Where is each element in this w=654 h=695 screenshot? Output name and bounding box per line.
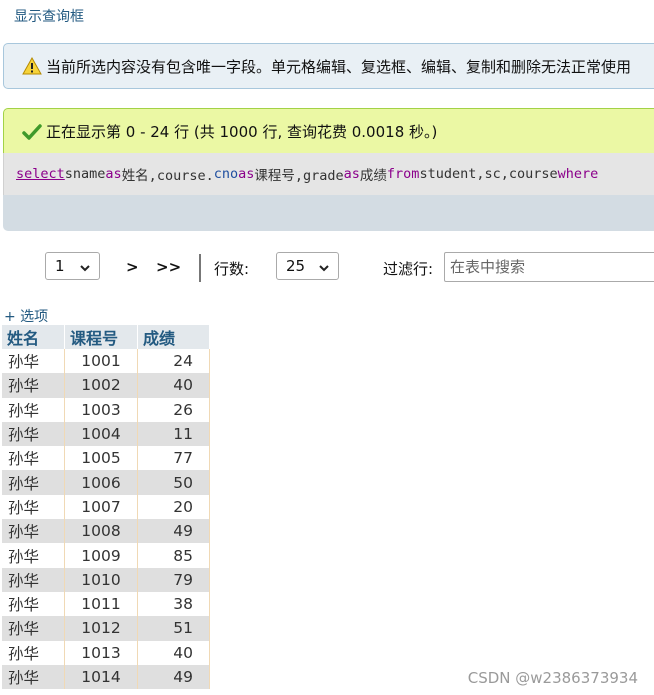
filter-search-input[interactable] [444,252,654,282]
cell-grade: 20 [137,494,210,520]
cell-course-no: 1006 [64,470,138,495]
chevron-down-icon [318,260,330,278]
cell-name: 孙华 [2,567,65,592]
cell-name: 孙华 [2,421,65,447]
sql-column-cno: cno [213,166,239,182]
cell-name: 孙华 [2,543,65,568]
cell-grade: 40 [137,373,210,398]
cell-course-no: 1005 [64,446,138,471]
last-page-button[interactable]: >> [156,258,181,276]
table-row: 孙华 1005 77 [2,446,210,471]
sql-text: 课程号,grade [254,168,344,184]
cell-name: 孙华 [2,397,65,422]
cell-course-no: 1012 [64,616,138,641]
sql-keyword-where: where [557,166,599,182]
column-header-name[interactable]: 姓名 [2,325,65,349]
rows-label: 行数: [214,260,250,278]
cell-course-no: 1004 [64,421,138,447]
cell-name: 孙华 [2,349,65,374]
table-header-row: 姓名 课程号 成绩 [2,325,210,349]
sql-keyword-as: as [343,166,360,182]
check-icon [22,123,42,141]
cell-grade: 85 [137,543,210,568]
table-row: 孙华 1002 40 [2,373,210,398]
table-row: 孙华 1007 20 [2,494,210,520]
cell-course-no: 1011 [64,591,138,617]
chevron-down-icon [79,260,91,278]
cell-name: 孙华 [2,664,65,690]
cell-course-no: 1013 [64,640,138,665]
cell-grade: 50 [137,470,210,495]
rows-per-page-select[interactable]: 25 [276,252,339,280]
cell-grade: 24 [137,349,210,374]
filter-rows-label: 过滤行: [383,260,434,278]
cell-grade: 77 [137,446,210,471]
table-row: 孙华 1003 26 [2,397,210,422]
sql-keyword-as: as [238,166,255,182]
success-message: 正在显示第 0 - 24 行 (共 1000 行, 查询花费 0.0018 秒。… [3,108,654,154]
success-text: 正在显示第 0 - 24 行 (共 1000 行, 查询花费 0.0018 秒。… [46,123,438,141]
watermark: CSDN @w2386373934 [467,669,638,687]
show-query-box-link[interactable]: 显示查询框 [14,6,84,26]
cell-course-no: 1009 [64,543,138,568]
cell-grade: 79 [137,567,210,592]
cell-grade: 49 [137,519,210,544]
cell-name: 孙华 [2,640,65,665]
cell-course-no: 1003 [64,397,138,422]
notice-text: 当前所选内容没有包含唯一字段。单元格编辑、复选框、编辑、复制和删除无法正常使用 [46,57,632,76]
cell-name: 孙华 [2,519,65,544]
cell-grade: 11 [137,421,210,447]
cell-name: 孙华 [2,591,65,617]
page-select-value: 1 [55,257,65,275]
table-row: 孙华 1009 85 [2,543,210,568]
table-row: 孙华 1008 49 [2,519,210,544]
options-toggle-link[interactable]: + 选项 [4,306,48,326]
rows-select-value: 25 [286,257,306,275]
table-row: 孙华 1001 24 [2,349,210,374]
table-row: 孙华 1012 51 [2,616,210,641]
cell-name: 孙华 [2,494,65,520]
table-row: 孙华 1004 11 [2,421,210,447]
cell-grade: 51 [137,616,210,641]
cell-name: 孙华 [2,446,65,471]
sql-text: student,sc,course [419,166,558,182]
sql-text: sname [64,166,106,182]
cell-course-no: 1014 [64,664,138,690]
table-row: 孙华 1014 49 [2,664,210,690]
cell-grade: 40 [137,640,210,665]
table-row: 孙华 1013 40 [2,640,210,665]
table-row: 孙华 1010 79 [2,567,210,592]
cell-grade: 26 [137,397,210,422]
sql-query-display[interactable]: select sname as 姓名,course. cno as 课程号,gra… [3,153,654,195]
cell-name: 孙华 [2,470,65,495]
table-row: 孙华 1011 38 [2,591,210,617]
page-select[interactable]: 1 [45,252,100,280]
cell-name: 孙华 [2,616,65,641]
sql-keyword-select[interactable]: select [16,166,65,182]
column-header-course-no[interactable]: 课程号 [64,325,138,349]
cell-course-no: 1001 [64,349,138,374]
sql-keyword-as: as [105,166,122,182]
warning-icon [22,57,42,75]
cell-course-no: 1008 [64,519,138,544]
navigation-bar: 1 > >> 行数: 25 过滤行: [0,252,654,284]
cell-course-no: 1010 [64,567,138,592]
cell-course-no: 1007 [64,494,138,520]
next-page-button[interactable]: > [126,258,139,276]
cell-grade: 49 [137,664,210,690]
sql-text: 姓名,course. [121,168,214,184]
cell-name: 孙华 [2,373,65,398]
sql-action-bar [3,195,654,231]
column-header-grade[interactable]: 成绩 [137,325,210,349]
cell-course-no: 1002 [64,373,138,398]
divider [199,254,201,282]
notice-no-unique-field: 当前所选内容没有包含唯一字段。单元格编辑、复选框、编辑、复制和删除无法正常使用 [3,43,654,89]
sql-text: 成绩 [359,168,387,184]
cell-grade: 38 [137,591,210,617]
results-table: 姓名 课程号 成绩 孙华 1001 24 孙华 1002 40 孙华 1003 … [2,325,210,690]
sql-keyword-from: from [386,166,420,182]
table-row: 孙华 1006 50 [2,470,210,495]
